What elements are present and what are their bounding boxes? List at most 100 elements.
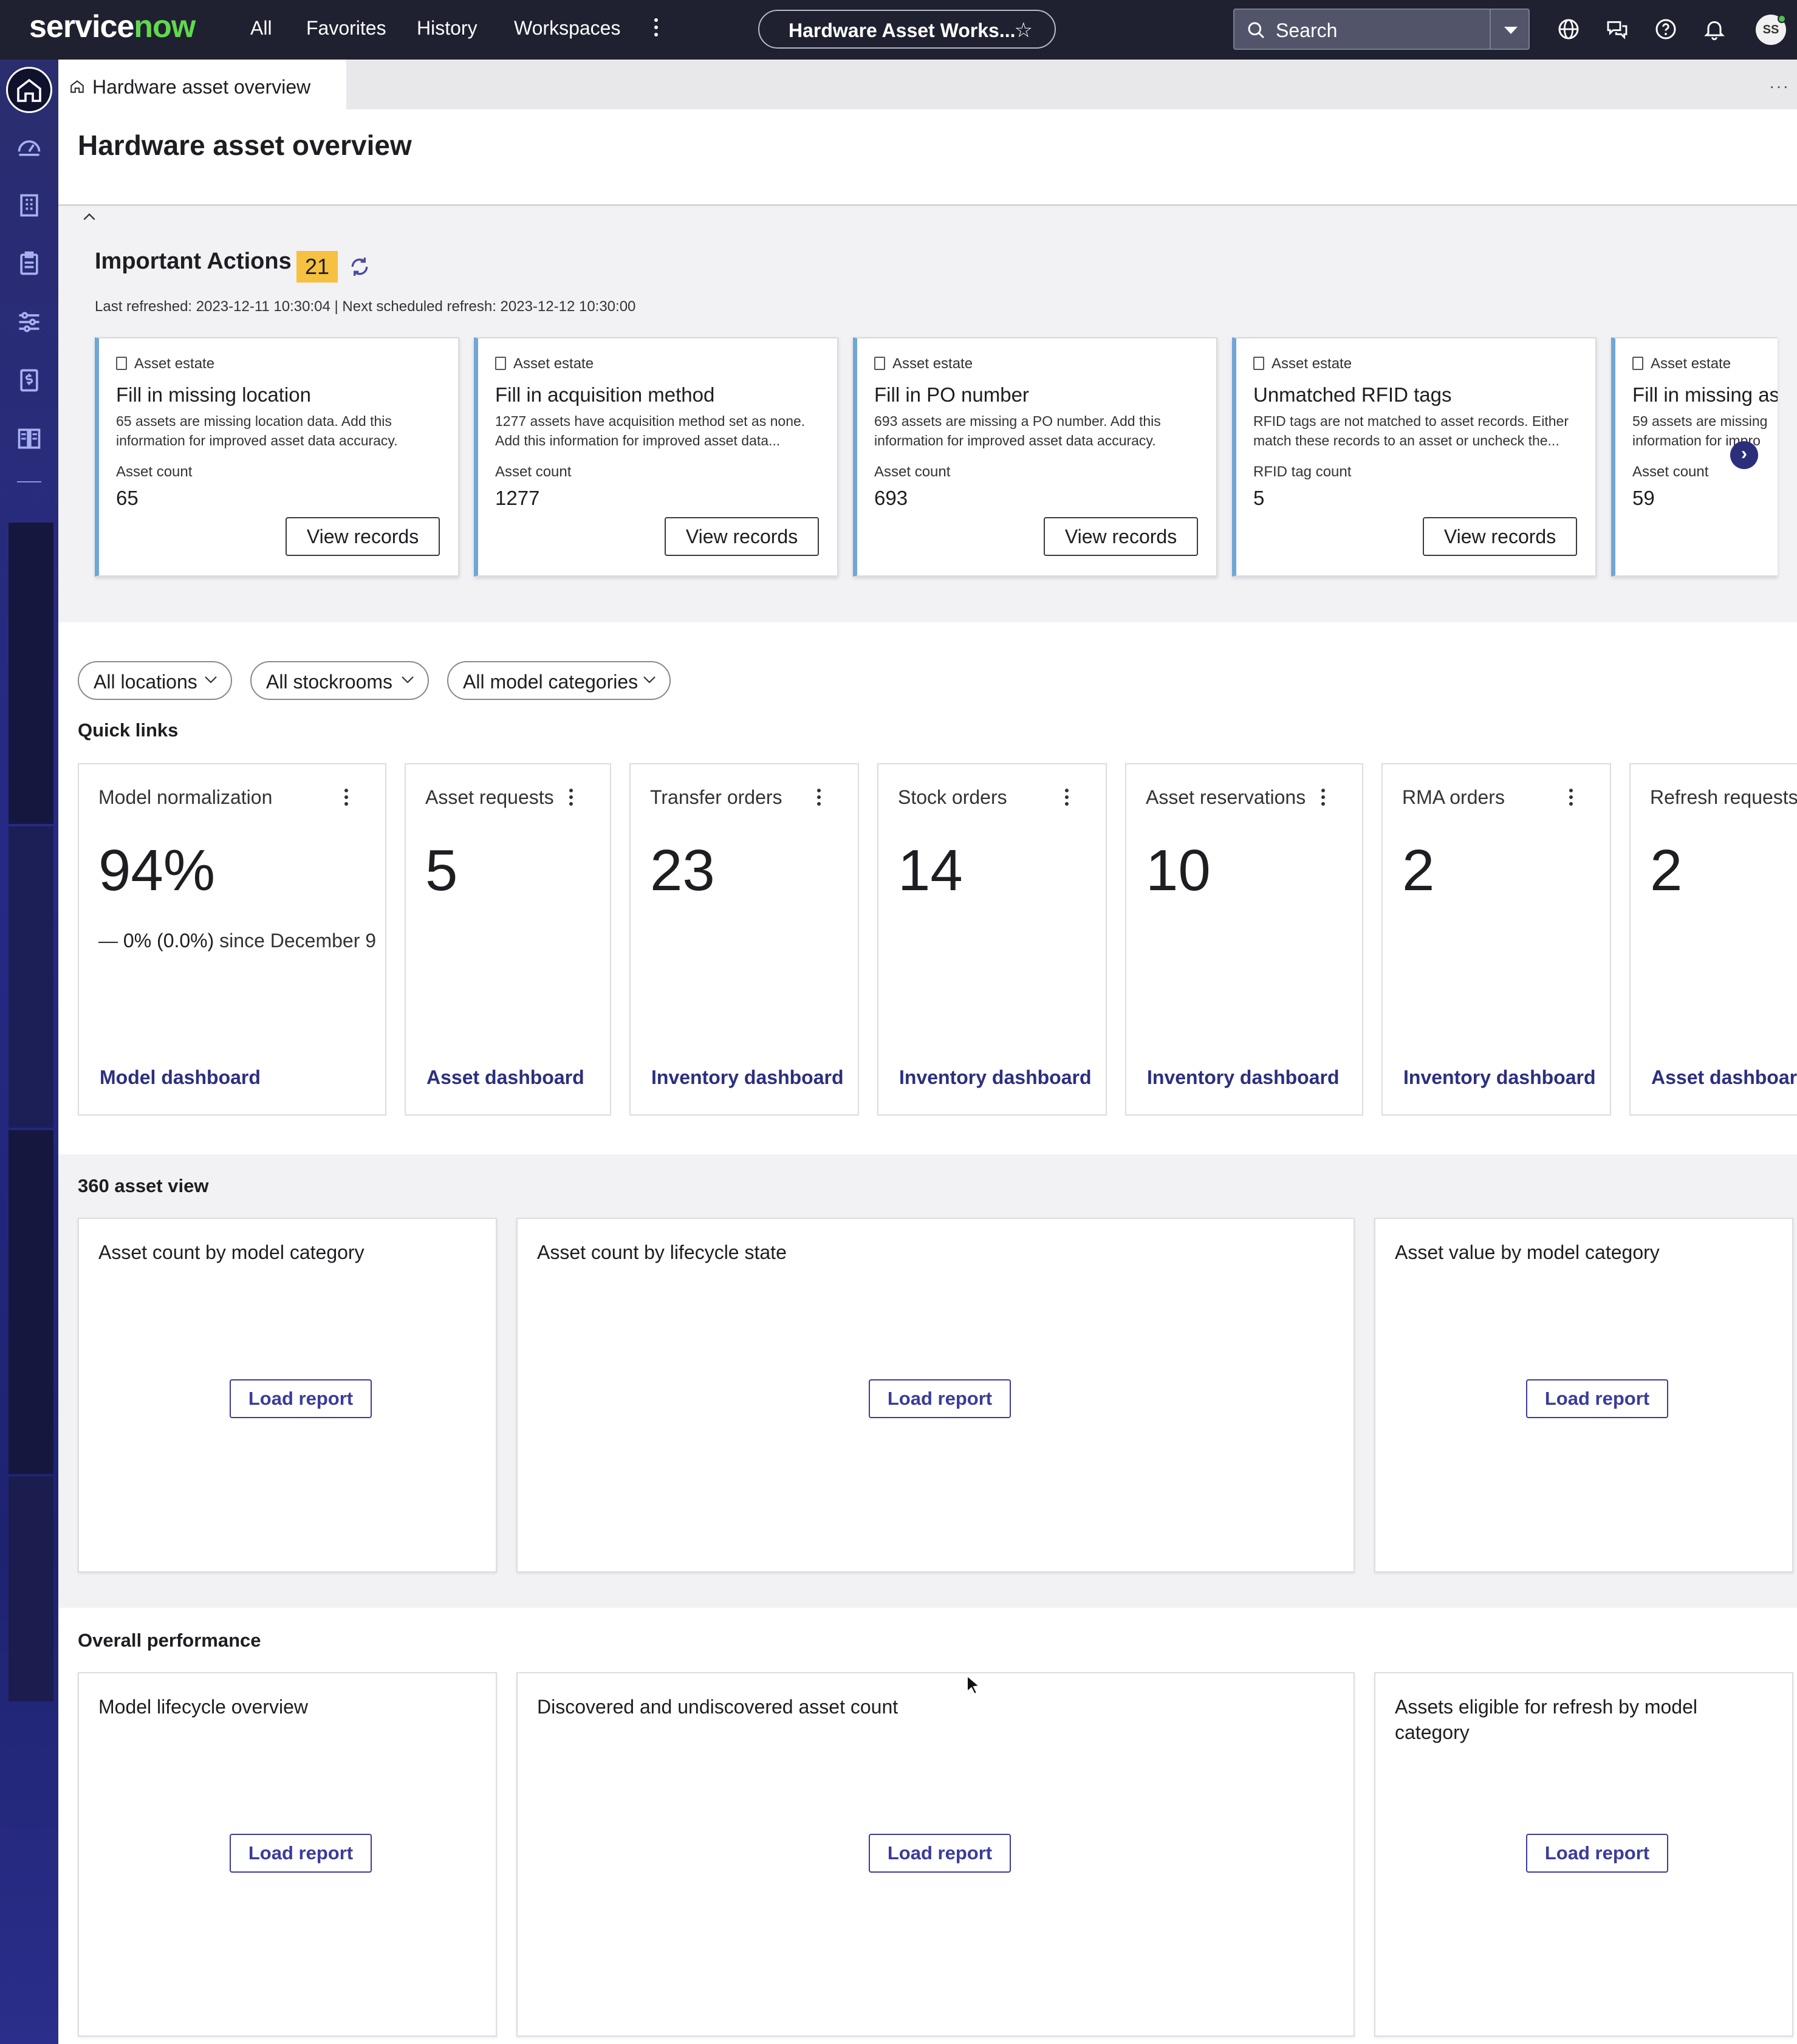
dashboard-gauge-icon[interactable] [16,134,43,160]
view-records-button[interactable]: View records [1423,517,1577,556]
clipboard-icon[interactable] [16,250,43,277]
chat-icon[interactable] [1605,17,1629,41]
servicenow-logo[interactable]: servicenow [29,9,196,45]
quick-link-trend: — 0% (0.0%) since December 9 [98,930,377,952]
nav-favorites[interactable]: Favorites [306,17,386,39]
action-card-category: Asset estate [495,355,594,372]
load-report-button[interactable]: Load report [1526,1834,1668,1873]
inventory-dashboard-link[interactable]: Inventory dashboard [1147,1066,1340,1089]
quick-link-value: 10 [1146,838,1211,903]
workspace-pill[interactable]: Hardware Asset Works... ☆ [758,10,1056,49]
quick-link-title: Model normalization [98,786,273,808]
tab-label: Hardware asset overview [92,76,311,98]
card-menu-icon[interactable] [1321,789,1326,807]
card-menu-icon[interactable] [1064,789,1069,807]
load-report-button[interactable]: Load report [869,1834,1011,1873]
asset-view-title: 360 asset view [78,1175,209,1196]
chevron-down-icon [205,676,217,684]
filter-model-categories[interactable]: All model categories [447,661,671,700]
view-records-button[interactable]: View records [286,517,440,556]
left-rail [0,60,58,2044]
inventory-dashboard-link[interactable]: Inventory dashboard [899,1066,1092,1089]
card-menu-icon[interactable] [344,789,349,807]
action-card: Asset estate Fill in PO number 693 asset… [853,337,1217,577]
search-scope-dropdown[interactable] [1490,9,1530,50]
chevron-down-icon [643,676,655,684]
user-avatar[interactable]: SS [1756,15,1786,45]
action-card-count-label: Asset count [495,464,572,480]
quick-link-value: 2 [1402,838,1435,903]
quick-link-value: 5 [425,838,458,903]
quick-link-value: 14 [898,838,963,903]
filter-stockrooms[interactable]: All stockrooms [250,661,429,700]
building-icon[interactable] [16,192,43,219]
report-card: Discovered and undiscovered asset count … [516,1672,1355,2037]
view-records-button[interactable]: View records [1044,517,1198,556]
action-card-count: 1277 [495,487,540,509]
action-card-count: 65 [116,487,139,509]
action-card-count-label: Asset count [874,464,951,480]
global-header: servicenow All Favorites History Workspa… [0,0,1797,60]
report-card: Assets eligible for refresh by model cat… [1374,1672,1793,2037]
model-dashboard-link[interactable]: Model dashboard [100,1066,261,1089]
rail-decoration [9,1476,53,1701]
card-menu-icon[interactable] [816,789,821,807]
action-card-title: Fill in acquisition method [495,383,715,406]
report-title: Discovered and undiscovered asset count [537,1696,898,1718]
carousel-next-icon[interactable]: › [1730,441,1758,469]
action-card-category: Asset estate [1632,355,1731,372]
favorite-star-icon[interactable]: ☆ [1015,18,1033,43]
card-menu-icon[interactable] [1569,789,1573,807]
quick-link-card: Model normalization 94% — 0% (0.0%) sinc… [78,763,386,1116]
quick-link-card-partial: Refresh requests 2 Asset dashboard [1629,763,1797,1116]
notifications-bell-icon[interactable] [1702,17,1727,41]
quick-link-card: Stock orders 14 Inventory dashboard [877,763,1107,1116]
page-title: Hardware asset overview [78,129,412,161]
view-records-button[interactable]: View records [665,517,819,556]
rail-decoration [9,1130,53,1474]
asset-dashboard-link[interactable]: Asset dashboard [426,1066,584,1089]
tab-overflow-icon[interactable]: ··· [1769,77,1790,96]
action-card: Asset estate Unmatched RFID tags RFID ta… [1232,337,1597,577]
action-card: Asset estate Fill in acquisition method … [474,337,838,577]
search-icon [1248,22,1265,39]
rail-decoration [9,523,53,824]
action-card-title: Fill in PO number [874,383,1029,406]
report-title: Asset count by model category [98,1241,365,1263]
filter-label: All model categories [463,671,638,693]
inventory-dashboard-link[interactable]: Inventory dashboard [651,1066,844,1089]
settings-sliders-icon[interactable] [16,309,43,335]
quick-link-card: RMA orders 2 Inventory dashboard [1381,763,1611,1116]
more-menu-icon[interactable] [654,18,659,40]
finance-document-icon[interactable] [16,367,43,394]
globe-icon[interactable] [1556,17,1581,41]
nav-workspaces[interactable]: Workspaces [514,17,620,39]
global-search-input[interactable]: Search [1233,9,1491,50]
filter-label: All stockrooms [266,671,393,693]
important-actions-panel: Important Actions 21 Last refreshed: 202… [58,204,1797,811]
quick-link-card: Transfer orders 23 Inventory dashboard [629,763,859,1116]
reports-book-icon[interactable] [16,425,43,452]
action-card-description: 59 assets are missing information for imp… [1632,413,1768,448]
report-card: Model lifecycle overview Load report [78,1672,497,2037]
filter-locations[interactable]: All locations [78,661,232,700]
tab-hardware-asset-overview[interactable]: Hardware asset overview [58,60,346,109]
action-card-title: Fill in missing location [116,383,311,406]
nav-all[interactable]: All [250,17,272,39]
inventory-dashboard-link[interactable]: Inventory dashboard [1403,1066,1596,1089]
collapse-caret-icon[interactable] [81,211,97,223]
load-report-button[interactable]: Load report [869,1379,1011,1418]
load-report-button[interactable]: Load report [230,1379,372,1418]
quick-link-card: Asset requests 5 Asset dashboard [405,763,611,1116]
load-report-button[interactable]: Load report [1526,1379,1668,1418]
nav-history[interactable]: History [417,17,477,39]
card-menu-icon[interactable] [569,789,573,807]
load-report-button[interactable]: Load report [230,1834,372,1873]
help-icon[interactable] [1654,17,1678,41]
tab-strip: Hardware asset overview ··· [58,60,1797,109]
report-card: Asset count by lifecycle state Load repo… [516,1218,1355,1572]
home-rail-button[interactable] [6,67,52,113]
asset-dashboard-link[interactable]: Asset dashboard [1651,1066,1797,1089]
refresh-icon[interactable] [347,255,372,279]
quick-link-title: Transfer orders [650,786,782,808]
